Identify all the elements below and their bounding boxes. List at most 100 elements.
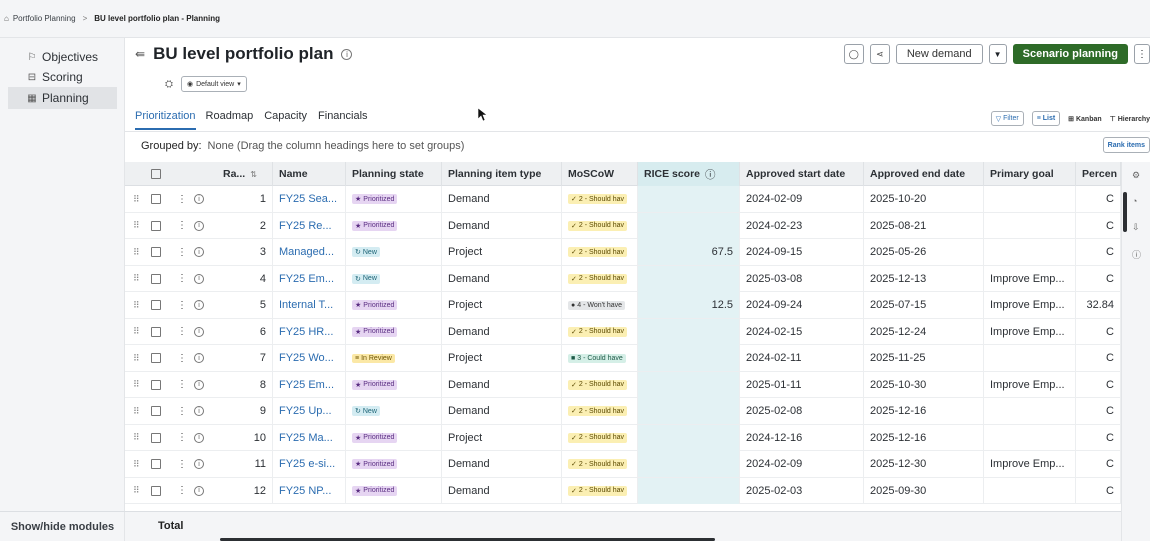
sidebar-item-planning[interactable]: ▦ Planning (8, 87, 117, 109)
info-icon[interactable]: i (341, 48, 353, 60)
row-checkbox[interactable] (151, 379, 161, 390)
info-icon[interactable]: i (194, 247, 204, 257)
row-menu-icon[interactable]: ⋮ (177, 247, 187, 258)
rice-score-column-header[interactable]: RICE score ⓘ (638, 162, 740, 186)
new-demand-dropdown-icon[interactable]: ▼ (988, 44, 1007, 64)
table-row[interactable]: ⠿ ⋮ i 5 Internal T... ★ Prioritized Project ● 4 -… (125, 292, 1121, 319)
drag-handle-icon[interactable]: ⠿ (133, 220, 140, 231)
name-cell[interactable]: FY25 Em... (273, 371, 346, 398)
row-checkbox[interactable] (151, 247, 161, 257)
row-menu-icon[interactable]: ⋮ (177, 379, 187, 390)
tab-prioritization[interactable]: Prioritization (135, 110, 196, 130)
table-row[interactable]: ⠿ ⋮ i 10 FY25 Ma... ★ Prioritized Project ✓ 2 - S… (125, 424, 1121, 451)
tab-roadmap[interactable]: Roadmap (206, 110, 265, 130)
comment-icon[interactable]: ◯ (843, 44, 864, 64)
help-icon[interactable]: ◔ (1132, 196, 1137, 206)
row-menu-icon[interactable]: ⋮ (177, 326, 187, 337)
table-row[interactable]: ⠿ ⋮ i 3 Managed... ↻ New Project ✓ 2 - Should hav… (125, 239, 1121, 266)
row-menu-icon[interactable]: ⋮ (177, 459, 187, 470)
row-checkbox[interactable] (151, 353, 161, 363)
table-row[interactable]: ⠿ ⋮ i 2 FY25 Re... ★ Prioritized Demand ✓ 2 - Sho… (125, 212, 1121, 239)
approved-start-date-column-header[interactable]: Approved start date (740, 162, 864, 186)
name-cell[interactable]: FY25 NP... (273, 477, 346, 504)
list-view-button[interactable]: ≡ List (1031, 111, 1061, 126)
info-icon[interactable]: i (194, 353, 204, 363)
row-checkbox[interactable] (151, 326, 161, 337)
row-menu-icon[interactable]: ⋮ (177, 353, 187, 364)
scenario-planning-button[interactable]: Scenario planning (1012, 44, 1128, 64)
drag-handle-icon[interactable]: ⠿ (133, 247, 140, 258)
row-checkbox[interactable] (151, 485, 161, 496)
name-cell[interactable]: FY25 e-si... (273, 451, 346, 477)
percent-column-header[interactable]: Percen (1076, 162, 1121, 186)
row-checkbox[interactable] (151, 273, 161, 284)
row-checkbox[interactable] (151, 220, 161, 231)
row-menu-icon[interactable]: ⋮ (177, 273, 187, 284)
row-menu-icon[interactable]: ⋮ (177, 194, 187, 205)
name-cell[interactable]: FY25 HR... (273, 318, 346, 345)
drag-handle-icon[interactable]: ⠿ (133, 406, 140, 417)
rank-column-header[interactable]: Ra... ⇅ (207, 162, 273, 186)
download-icon[interactable]: ⇩ (1132, 222, 1140, 233)
share-icon[interactable]: ⋖ (869, 44, 890, 64)
filter-button[interactable]: ▽ Filter (990, 111, 1024, 126)
row-menu-icon[interactable]: ⋮ (177, 220, 187, 231)
name-cell[interactable]: FY25 Em... (273, 265, 346, 292)
info-icon[interactable]: ⓘ (705, 167, 716, 182)
name-cell[interactable]: FY25 Wo... (273, 345, 346, 371)
name-cell[interactable]: FY25 Up... (273, 398, 346, 424)
grouping-bar[interactable]: Grouped by: None (Drag the column headin… (141, 140, 464, 152)
info-icon[interactable]: i (194, 194, 204, 204)
drag-handle-icon[interactable]: ⠿ (133, 353, 140, 364)
info-icon[interactable]: i (194, 406, 204, 416)
table-row[interactable]: ⠿ ⋮ i 1 FY25 Sea... ★ Prioritized Demand ✓ 2 - Sh… (125, 186, 1121, 213)
drag-handle-icon[interactable]: ⠿ (133, 273, 140, 284)
row-checkbox[interactable] (151, 300, 161, 310)
drag-handle-icon[interactable]: ⠿ (133, 459, 140, 470)
name-cell[interactable]: FY25 Ma... (273, 424, 346, 451)
moscow-column-header[interactable]: MoSCoW (562, 162, 638, 186)
drag-handle-icon[interactable]: ⠿ (133, 326, 140, 337)
row-checkbox[interactable] (151, 432, 161, 443)
table-row[interactable]: ⠿ ⋮ i 12 FY25 NP... ★ Prioritized Demand ✓ 2 - Sh… (125, 477, 1121, 504)
name-column-header[interactable]: Name (273, 162, 346, 186)
show-hide-modules-button[interactable]: Show/hide modules (0, 511, 125, 541)
info-icon[interactable]: i (194, 485, 204, 496)
kanban-view-button[interactable]: ⊞ Kanban (1068, 115, 1101, 123)
drag-handle-icon[interactable]: ⠿ (133, 485, 140, 496)
select-all-checkbox[interactable] (151, 169, 161, 179)
primary-goal-column-header[interactable]: Primary goal (984, 162, 1076, 186)
tab-financials[interactable]: Financials (318, 110, 379, 130)
sort-icon[interactable]: ⇅ (250, 170, 257, 179)
table-row[interactable]: ⠿ ⋮ i 6 FY25 HR... ★ Prioritized Demand ✓ 2 - Sho… (125, 318, 1121, 345)
name-cell[interactable]: FY25 Re... (273, 212, 346, 239)
row-checkbox[interactable] (151, 194, 161, 204)
more-options-icon[interactable]: ⋮ (1134, 44, 1150, 64)
row-menu-icon[interactable]: ⋮ (177, 432, 187, 443)
row-checkbox[interactable] (151, 406, 161, 416)
planning-state-column-header[interactable]: Planning state (346, 162, 442, 186)
info-icon[interactable]: i (194, 300, 204, 310)
tab-capacity[interactable]: Capacity (264, 110, 318, 130)
sidebar-item-scoring[interactable]: ⊟ Scoring (8, 66, 117, 88)
row-menu-icon[interactable]: ⋮ (177, 406, 187, 417)
people-icon[interactable]: ⛭ (165, 79, 173, 90)
drag-handle-icon[interactable]: ⠿ (133, 300, 140, 311)
info-icon[interactable]: i (194, 273, 204, 284)
name-cell[interactable]: Internal T... (273, 292, 346, 318)
rank-items-button[interactable]: Rank items (1102, 137, 1150, 153)
table-row[interactable]: ⠿ ⋮ i 7 FY25 Wo... ≡ In Review Project ■ 3 - Coul… (125, 345, 1121, 372)
info-icon[interactable]: i (194, 432, 204, 443)
approved-end-date-column-header[interactable]: Approved end date (864, 162, 984, 186)
collapse-icon[interactable]: ⇚ (135, 47, 145, 61)
table-row[interactable]: ⠿ ⋮ i 8 FY25 Em... ★ Prioritized Demand ✓ 2 - Sho… (125, 371, 1121, 398)
hierarchy-view-button[interactable]: ⊤ Hierarchy (1110, 115, 1150, 123)
info-icon[interactable]: i (194, 459, 204, 469)
table-row[interactable]: ⠿ ⋮ i 9 FY25 Up... ↻ New Demand ✓ 2 - Should hav 2… (125, 398, 1121, 425)
planning-item-type-column-header[interactable]: Planning item type (442, 162, 562, 186)
info-icon[interactable]: i (194, 326, 204, 337)
vertical-scrollbar[interactable] (1123, 192, 1127, 232)
view-select[interactable]: ◉ Default view ▾ (181, 76, 247, 92)
info-icon[interactable]: i (194, 220, 204, 231)
settings-icon[interactable]: ⚙ (1132, 170, 1140, 181)
